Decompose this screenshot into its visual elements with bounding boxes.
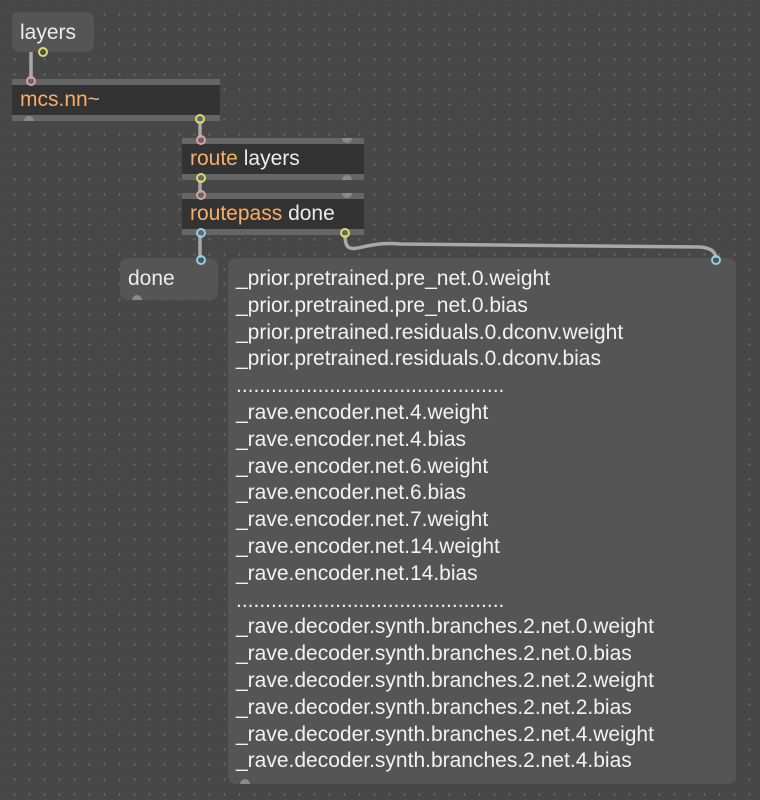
- layer-name-line: _prior.pretrained.residuals.0.dconv.weig…: [236, 320, 624, 344]
- route-object-box[interactable]: route layers: [182, 135, 364, 183]
- layer-name-line: _rave.decoder.synth.branches.2.net.4.wei…: [236, 722, 654, 746]
- layer-name-line: _rave.decoder.synth.branches.2.net.2.wei…: [236, 668, 654, 692]
- separator-line: ........................................…: [236, 374, 505, 398]
- done-message-text: done: [128, 267, 175, 290]
- layer-name-line: _rave.encoder.net.6.bias: [236, 481, 466, 505]
- done-message-box[interactable]: done: [120, 255, 218, 300]
- route-keyword: route: [190, 147, 238, 170]
- layer-name-line: _rave.decoder.synth.branches.2.net.4.bia…: [236, 749, 632, 773]
- routepass-inlet-left[interactable]: [196, 190, 206, 200]
- route-outlet-left[interactable]: [196, 173, 206, 183]
- done-outlet[interactable]: [132, 295, 142, 300]
- routepass-argument: done: [288, 202, 335, 225]
- layer-name-line: _rave.decoder.synth.branches.2.net.0.wei…: [236, 615, 654, 639]
- routepass-keyword: routepass: [190, 202, 283, 225]
- layers-outlet[interactable]: [38, 47, 48, 57]
- layer-name-line: _rave.decoder.synth.branches.2.net.2.bia…: [236, 695, 632, 719]
- cord-routepass-to-list: [343, 232, 718, 262]
- done-inlet[interactable]: [196, 255, 206, 265]
- nn-outlet-left[interactable]: [24, 116, 34, 121]
- layer-name-line: _rave.encoder.net.14.weight: [236, 534, 500, 558]
- route-inlet-left[interactable]: [196, 135, 206, 145]
- nn-inlet[interactable]: [26, 76, 36, 86]
- nn-outlet-right[interactable]: [195, 114, 205, 124]
- layer-name-line: _prior.pretrained.residuals.0.dconv.bias: [236, 347, 601, 371]
- route-inlet-right[interactable]: [342, 138, 352, 143]
- layer-name-line: _prior.pretrained.pre_net.0.weight: [236, 267, 551, 290]
- layer-name-line: _rave.decoder.synth.branches.2.net.0.bia…: [236, 642, 632, 666]
- layer-list-inlet[interactable]: [711, 255, 721, 265]
- layer-name-line: _rave.encoder.net.4.weight: [236, 400, 489, 424]
- layer-list-lines: _prior.pretrained.pre_net.0.weight _prior…: [236, 266, 728, 775]
- routepass-inlet-right[interactable]: [342, 193, 352, 198]
- routepass-object-box[interactable]: routepass done: [182, 190, 364, 238]
- layers-message-text: layers: [20, 21, 77, 44]
- layer-name-line: _rave.encoder.net.14.bias: [236, 561, 478, 585]
- routepass-outlet-right[interactable]: [340, 228, 350, 238]
- separator-line: ........................................…: [236, 588, 505, 612]
- layer-name-line: _rave.encoder.net.4.bias: [236, 427, 466, 451]
- layer-name-line: _prior.pretrained.pre_net.0.bias: [236, 293, 528, 317]
- layer-name-line: _rave.encoder.net.7.weight: [236, 508, 489, 532]
- route-argument: layers: [243, 147, 300, 170]
- layer-name-line: _rave.encoder.net.6.weight: [236, 454, 489, 478]
- nn-object-box[interactable]: mcs.nn~: [12, 76, 220, 124]
- nn-object-text: mcs.nn~: [20, 88, 100, 111]
- route-outlet-right[interactable]: [342, 175, 352, 180]
- layers-message-box[interactable]: layers: [12, 12, 94, 57]
- routepass-outlet-left[interactable]: [196, 228, 206, 238]
- layer-list-message-box[interactable]: _prior.pretrained.pre_net.0.weight _prior…: [228, 255, 736, 784]
- layer-list-outlet[interactable]: [240, 779, 250, 784]
